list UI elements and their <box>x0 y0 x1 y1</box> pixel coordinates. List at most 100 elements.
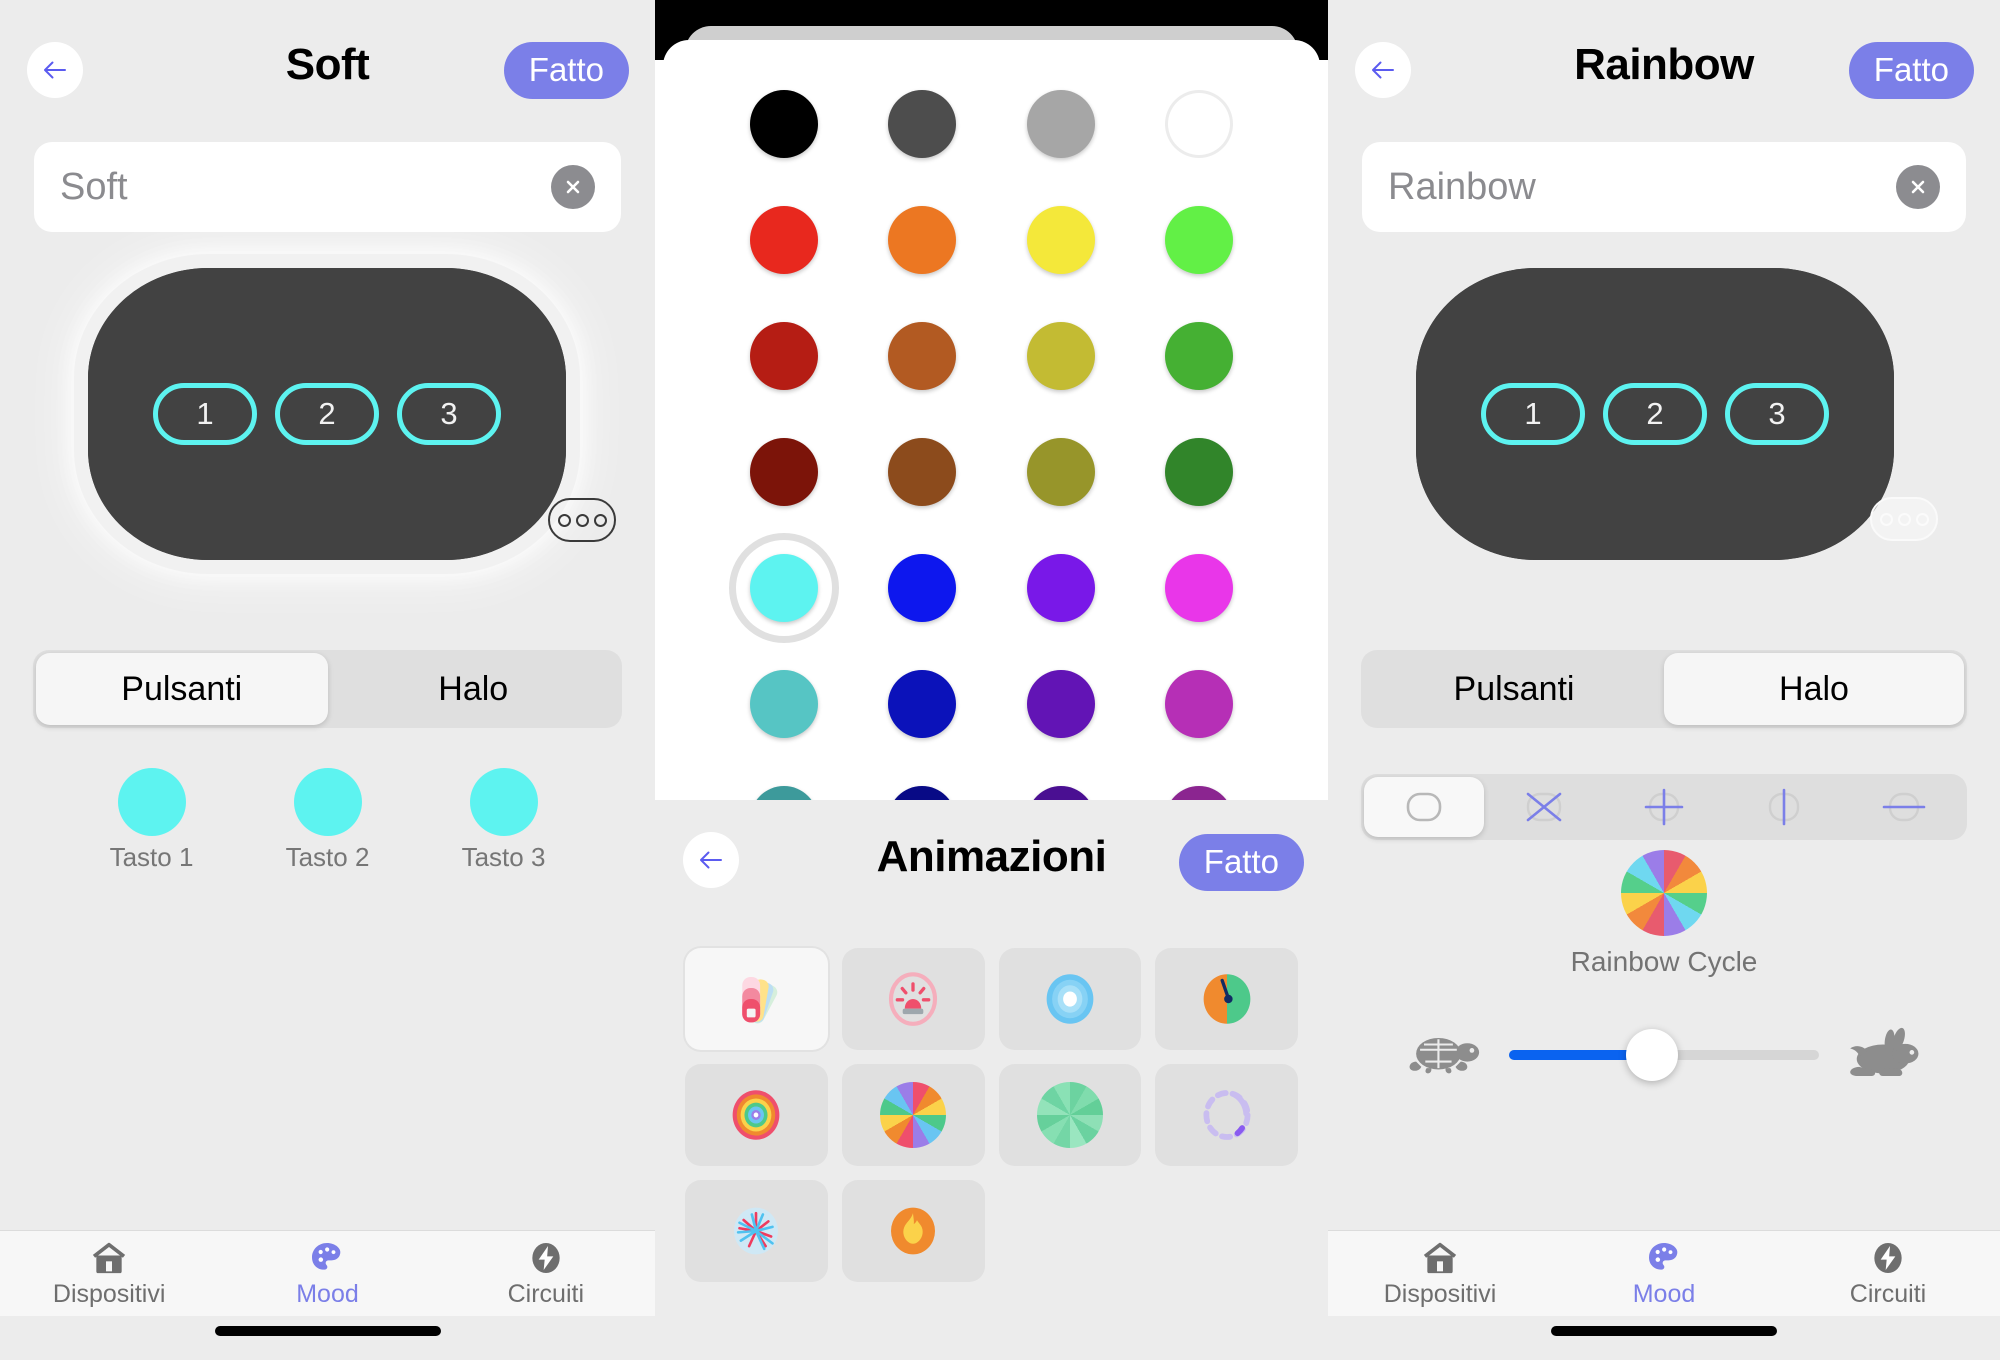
color-swatch[interactable] <box>1013 192 1109 288</box>
color-swatch-dot[interactable] <box>1164 438 1233 506</box>
swatch-tasto-3[interactable]: Tasto 3 <box>444 768 564 873</box>
sidebar-item-mood[interactable]: Mood <box>1552 1231 1776 1316</box>
tab-halo[interactable]: Halo <box>1664 653 1964 725</box>
color-swatch[interactable] <box>1013 540 1109 636</box>
pattern-vertical-split-icon[interactable] <box>1724 777 1844 837</box>
halo-pattern-bar[interactable] <box>1361 774 1967 840</box>
clear-circle-icon[interactable] <box>551 165 595 209</box>
color-swatch-dot[interactable] <box>1026 90 1095 158</box>
color-swatch-dot[interactable] <box>1164 90 1233 158</box>
sidebar-item-circuiti[interactable]: Circuiti <box>437 1231 655 1316</box>
color-swatch[interactable] <box>874 308 970 404</box>
device-key-3[interactable]: 3 <box>397 383 501 445</box>
color-swatch-dot[interactable] <box>1164 206 1233 274</box>
color-swatch-dot[interactable] <box>1026 554 1095 622</box>
color-swatch[interactable] <box>1151 308 1247 404</box>
color-swatch[interactable] <box>1013 308 1109 404</box>
sidebar-item-mood[interactable]: Mood <box>218 1231 436 1316</box>
right-segmented-control[interactable]: Pulsanti Halo <box>1361 650 1967 728</box>
animations-grid[interactable] <box>685 948 1298 1282</box>
done-button[interactable]: Fatto <box>503 42 629 99</box>
color-swatch-dot[interactable] <box>1026 206 1095 274</box>
color-wheel-icon[interactable] <box>1621 850 1707 936</box>
color-swatch[interactable] <box>1151 540 1247 636</box>
color-swatch[interactable] <box>874 656 970 752</box>
color-swatch-dot[interactable] <box>1164 554 1233 622</box>
animation-color-swatch-fan[interactable] <box>685 948 828 1050</box>
slider-knob[interactable] <box>1625 1029 1678 1081</box>
color-swatch[interactable] <box>736 424 832 520</box>
device-body[interactable]: 1 2 3 <box>1416 268 1894 560</box>
swatch-color-dot[interactable] <box>469 768 538 836</box>
pattern-cross-diagonal-icon[interactable] <box>1484 777 1604 837</box>
sidebar-item-dispositivi[interactable]: Dispositivi <box>0 1231 218 1316</box>
color-swatch-dot[interactable] <box>750 206 819 274</box>
speed-slider[interactable] <box>1509 1029 1819 1081</box>
swatch-tasto-2[interactable]: Tasto 2 <box>268 768 388 873</box>
color-swatch-dot[interactable] <box>750 554 819 622</box>
swatch-color-dot[interactable] <box>293 768 362 836</box>
color-swatch-dot[interactable] <box>888 670 957 738</box>
color-swatch-dot[interactable] <box>888 322 957 390</box>
color-swatch[interactable] <box>1151 76 1247 172</box>
animation-rainbow-rings[interactable] <box>685 1064 828 1166</box>
color-swatch-dot[interactable] <box>750 90 819 158</box>
color-swatch-dot[interactable] <box>888 90 957 158</box>
color-swatch[interactable] <box>1151 192 1247 288</box>
mood-name-input[interactable]: Soft <box>34 142 621 232</box>
pattern-horizontal-split-icon[interactable] <box>1844 777 1964 837</box>
animation-two-tone-dial[interactable] <box>1155 948 1298 1050</box>
clear-circle-icon[interactable] <box>1896 165 1940 209</box>
color-swatch-dot[interactable] <box>888 206 957 274</box>
color-swatch[interactable] <box>1151 424 1247 520</box>
device-key-3[interactable]: 3 <box>1725 383 1829 445</box>
done-button[interactable]: Fatto <box>1848 42 1974 99</box>
color-swatch[interactable] <box>736 656 832 752</box>
device-key-1[interactable]: 1 <box>1481 383 1585 445</box>
color-swatch-dot[interactable] <box>1026 438 1095 506</box>
color-swatch[interactable] <box>1151 656 1247 752</box>
more-ellipsis-icon[interactable] <box>1870 497 1938 541</box>
color-swatch-dot[interactable] <box>888 438 957 506</box>
device-key-2[interactable]: 2 <box>1603 383 1707 445</box>
color-swatch[interactable] <box>874 192 970 288</box>
device-key-1[interactable]: 1 <box>153 383 257 445</box>
color-swatch-dot[interactable] <box>1164 322 1233 390</box>
animations-done-button[interactable]: Fatto <box>1178 834 1304 891</box>
animation-green-fade-wheel[interactable] <box>998 1064 1142 1166</box>
color-swatch[interactable] <box>736 308 832 404</box>
color-swatch-dot[interactable] <box>1026 670 1095 738</box>
color-swatch[interactable] <box>1013 424 1109 520</box>
color-swatch[interactable] <box>736 76 832 172</box>
color-swatch-dot[interactable] <box>750 438 819 506</box>
mood-name-input[interactable]: Rainbow <box>1362 142 1966 232</box>
pattern-cross-plus-icon[interactable] <box>1604 777 1724 837</box>
color-swatch[interactable] <box>1013 656 1109 752</box>
animation-siren-beacon[interactable] <box>841 948 985 1050</box>
animation-color-wheel[interactable] <box>841 1064 985 1166</box>
color-swatch[interactable] <box>736 192 832 288</box>
color-swatch[interactable] <box>1013 76 1109 172</box>
tab-pulsanti[interactable]: Pulsanti <box>1364 653 1664 725</box>
color-swatch-dot[interactable] <box>750 322 819 390</box>
color-swatch[interactable] <box>874 76 970 172</box>
device-key-2[interactable]: 2 <box>275 383 379 445</box>
color-swatch[interactable] <box>874 540 970 636</box>
color-swatch-dot[interactable] <box>888 554 957 622</box>
device-body[interactable]: 1 2 3 <box>88 268 566 560</box>
color-palette-grid[interactable] <box>655 76 1328 868</box>
tab-pulsanti[interactable]: Pulsanti <box>36 653 328 725</box>
left-segmented-control[interactable]: Pulsanti Halo <box>33 650 622 728</box>
animation-pulse-ripple[interactable] <box>998 948 1142 1050</box>
color-swatch-dot[interactable] <box>750 670 819 738</box>
pattern-full-icon[interactable] <box>1364 777 1484 837</box>
more-ellipsis-icon[interactable] <box>548 498 616 542</box>
animation-flame[interactable] <box>841 1180 985 1282</box>
halo-effect-selector[interactable]: Rainbow Cycle <box>1328 850 2000 978</box>
animation-fireworks[interactable] <box>685 1180 828 1282</box>
animation-dashed-spinner[interactable] <box>1155 1064 1298 1166</box>
color-swatch[interactable] <box>874 424 970 520</box>
sidebar-item-circuiti[interactable]: Circuiti <box>1776 1231 2000 1316</box>
color-swatch[interactable] <box>736 540 832 636</box>
sidebar-item-dispositivi[interactable]: Dispositivi <box>1328 1231 1552 1316</box>
